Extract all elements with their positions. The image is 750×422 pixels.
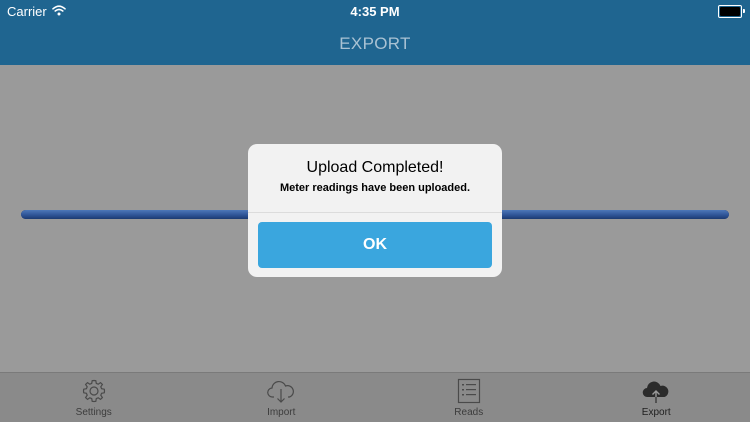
page-title: EXPORT [339, 34, 411, 53]
ok-button[interactable]: OK [258, 222, 492, 268]
tab-import[interactable]: Import [188, 373, 376, 422]
cloud-upload-icon [641, 378, 671, 404]
cloud-download-icon [266, 378, 296, 404]
alert-title: Upload Completed! [306, 159, 444, 176]
tab-settings[interactable]: Settings [0, 373, 188, 422]
nav-bar: EXPORT [0, 22, 750, 65]
tab-bar: Settings Import Reads Export [0, 372, 750, 422]
status-bar: Carrier 4:35 PM [0, 0, 750, 22]
list-icon [456, 378, 482, 404]
alert-dialog: Upload Completed! Meter readings have be… [248, 144, 502, 277]
battery-fill [720, 7, 740, 16]
alert-message: Meter readings have been uploaded. [279, 182, 471, 194]
tab-export[interactable]: Export [563, 373, 750, 422]
alert-divider [248, 212, 502, 213]
tab-reads[interactable]: Reads [375, 373, 563, 422]
battery-icon [718, 5, 745, 18]
tab-settings-label: Settings [75, 407, 112, 418]
status-time: 4:35 PM [350, 4, 400, 19]
tab-reads-label: Reads [454, 407, 484, 418]
tab-export-label: Export [641, 407, 671, 418]
gear-icon [81, 378, 107, 404]
tab-import-label: Import [267, 407, 296, 418]
